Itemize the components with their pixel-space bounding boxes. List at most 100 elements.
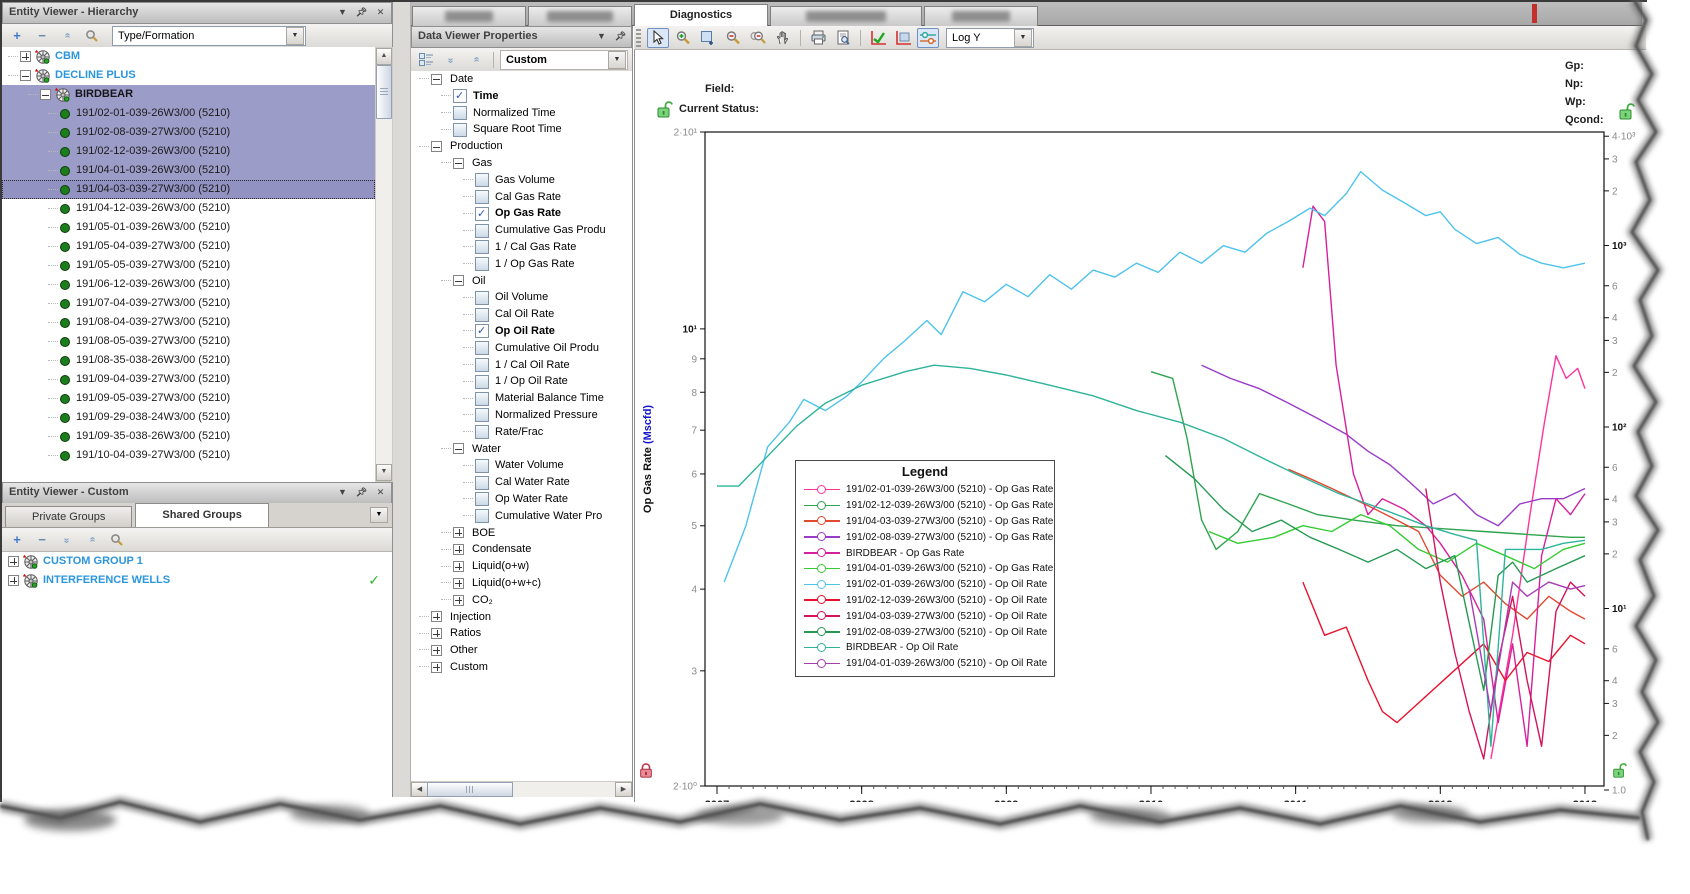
dv-horizontal-scrollbar[interactable]: ◀ ▶ — [411, 781, 632, 797]
tree-well-row[interactable]: 191/06-12-039-26W3/00 (5210) — [2, 275, 375, 294]
tree-well-row[interactable]: 191/04-12-039-26W3/00 (5210) — [2, 199, 375, 218]
dv-property-row[interactable]: Cal Water Rate — [411, 474, 632, 491]
dv-category-row[interactable]: Liquid(o+w+c) — [411, 575, 632, 592]
checkbox-unchecked[interactable] — [475, 173, 489, 188]
collapse-icon[interactable] — [453, 157, 464, 169]
checkbox-unchecked[interactable] — [475, 189, 489, 204]
checkbox-unchecked[interactable] — [475, 374, 489, 389]
dv-category-row[interactable]: Liquid(o+w) — [411, 558, 632, 575]
dv-property-row[interactable]: Normalized Pressure — [411, 407, 632, 424]
checkbox-unchecked[interactable] — [475, 307, 489, 322]
panel-splitter[interactable] — [393, 2, 411, 797]
chart-apply-icon[interactable] — [867, 28, 889, 48]
groups-dropdown-icon[interactable]: ▼ — [370, 507, 388, 523]
tree-well-row[interactable]: 191/07-04-039-27W3/00 (5210) — [2, 294, 375, 313]
dv-panel-titlebar[interactable]: Data Viewer Properties ▼ 📌︎ — [411, 26, 632, 48]
dv-property-row[interactable]: Material Balance Time — [411, 390, 632, 407]
dv-property-row[interactable]: Op Gas Rate — [411, 205, 632, 222]
tree-well-row[interactable]: 191/09-35-038-26W3/00 (5210) — [2, 427, 375, 446]
checkbox-checked[interactable] — [475, 206, 489, 222]
zoom-out-icon[interactable] — [722, 28, 744, 48]
tab-redacted[interactable] — [924, 6, 1038, 26]
tree-well-row[interactable]: 191/08-05-039-27W3/00 (5210) — [2, 332, 375, 351]
expand-icon[interactable] — [431, 611, 442, 623]
checkbox-unchecked[interactable] — [475, 341, 489, 356]
pin-icon[interactable]: 📌︎ — [354, 5, 369, 20]
hierarchy-filter-dropdown[interactable]: Type/Formation ▼ — [112, 25, 306, 46]
dv-category-row[interactable]: Date — [411, 71, 632, 88]
print-preview-icon[interactable] — [832, 28, 854, 48]
dv-category-row[interactable]: Gas — [411, 155, 632, 172]
collapse-icon[interactable] — [431, 141, 442, 153]
data-points-icon[interactable] — [917, 27, 939, 48]
checkbox-unchecked[interactable] — [475, 290, 489, 305]
checkbox-checked[interactable] — [475, 323, 489, 340]
tree-well-row[interactable]: 191/02-01-039-26W3/00 (5210) — [2, 104, 375, 123]
chevron-down-icon[interactable]: ▼ — [286, 26, 304, 45]
expand-icon[interactable] — [453, 527, 464, 539]
dv-property-row[interactable]: Op Water Rate — [411, 491, 632, 508]
expand-icon[interactable] — [453, 544, 464, 556]
collapse-icon[interactable] — [453, 275, 464, 287]
chevron-down-icon[interactable]: ▼ — [594, 29, 609, 44]
checkbox-checked[interactable] — [453, 88, 467, 105]
dv-property-row[interactable]: Cumulative Oil Produ — [411, 340, 632, 357]
dv-property-row[interactable]: Op Oil Rate — [411, 323, 632, 340]
tab-redacted[interactable] — [528, 6, 632, 26]
tree-well-row[interactable]: 191/09-05-039-27W3/00 (5210) — [2, 389, 375, 408]
tree-well-row[interactable]: 191/05-05-039-27W3/00 (5210) — [2, 256, 375, 275]
tree-group-row[interactable]: * BIRDBEAR — [2, 85, 375, 104]
collapse-all-icon[interactable]: » — [82, 529, 102, 551]
checkbox-unchecked[interactable] — [453, 105, 467, 120]
dv-category-row[interactable]: Injection — [411, 609, 632, 626]
checkbox-unchecked[interactable] — [475, 240, 489, 255]
dv-property-row[interactable]: 1 / Op Oil Rate — [411, 373, 632, 390]
tree-well-row[interactable]: 191/05-04-039-27W3/00 (5210) — [2, 237, 375, 256]
tree-well-row[interactable]: 191/10-04-039-27W3/00 (5210) — [2, 446, 375, 465]
toolbar-drag-handle[interactable] — [636, 28, 641, 47]
dv-category-row[interactable]: Ratios — [411, 625, 632, 642]
dv-property-row[interactable]: 1 / Op Gas Rate — [411, 256, 632, 273]
hierarchy-scrollbar[interactable]: ▲ ▼ — [375, 47, 393, 482]
tree-well-row[interactable]: 191/09-29-038-24W3/00 (5210) — [2, 408, 375, 427]
expand-icon[interactable] — [453, 594, 464, 606]
tree-group-row[interactable]: * DECLINE PLUS — [2, 66, 375, 85]
dv-category-row[interactable]: BOE — [411, 525, 632, 542]
dv-category-row[interactable]: Custom — [411, 659, 632, 676]
dv-property-row[interactable]: Gas Volume — [411, 172, 632, 189]
log-axis-dropdown[interactable]: Log Y ▼ — [946, 27, 1034, 48]
add-entity-button[interactable]: + — [6, 26, 28, 46]
tab-shared-groups[interactable]: Shared Groups — [135, 503, 269, 527]
dv-category-row[interactable]: Oil — [411, 273, 632, 290]
dv-category-row[interactable]: CO₂ — [411, 592, 632, 609]
checkbox-unchecked[interactable] — [475, 391, 489, 406]
dv-category-row[interactable]: Water — [411, 441, 632, 458]
dv-property-row[interactable]: 1 / Cal Oil Rate — [411, 357, 632, 374]
collapse-icon[interactable] — [40, 89, 51, 100]
dv-category-row[interactable]: Condensate — [411, 541, 632, 558]
dv-property-row[interactable]: Normalized Time — [411, 105, 632, 122]
chart-legend[interactable]: Legend 191/02-01-039-26W3/00 (5210) - Op… — [795, 460, 1055, 677]
scroll-left-icon[interactable]: ◀ — [411, 782, 428, 797]
hierarchy-panel-titlebar[interactable]: Entity Viewer - Hierarchy ▼ 📌︎ ✕ — [2, 2, 392, 24]
scroll-down-icon[interactable]: ▼ — [376, 464, 392, 481]
production-plot[interactable]: Op Gas Rate (Mscfd) 2·10¹ 10¹ 9 8 7 6 5 4 3 2·10⁰ 4… — [635, 50, 1643, 803]
pan-hand-icon[interactable] — [772, 28, 794, 48]
checkbox-unchecked[interactable] — [475, 425, 489, 440]
checkbox-unchecked[interactable] — [475, 408, 489, 423]
tree-well-row[interactable]: 191/05-01-039-26W3/00 (5210) — [2, 218, 375, 237]
select-cursor-icon[interactable] — [647, 27, 669, 48]
print-icon[interactable] — [807, 28, 829, 48]
collapse-icon[interactable] — [431, 73, 442, 85]
dv-preset-dropdown[interactable]: Custom ▼ — [500, 49, 628, 70]
collapse-all-icon[interactable]: » — [57, 25, 77, 47]
expand-icon[interactable] — [20, 51, 31, 62]
dv-category-row[interactable]: Other — [411, 642, 632, 659]
zoom-box-icon[interactable] — [697, 28, 719, 48]
collapse-all-icon[interactable]: » — [466, 49, 486, 71]
search-icon[interactable] — [81, 26, 103, 46]
expand-icon[interactable] — [8, 575, 19, 586]
dv-property-row[interactable]: Cumulative Gas Produ — [411, 222, 632, 239]
tree-group-row[interactable]: * CBM — [2, 47, 375, 66]
expand-icon[interactable] — [431, 661, 442, 673]
